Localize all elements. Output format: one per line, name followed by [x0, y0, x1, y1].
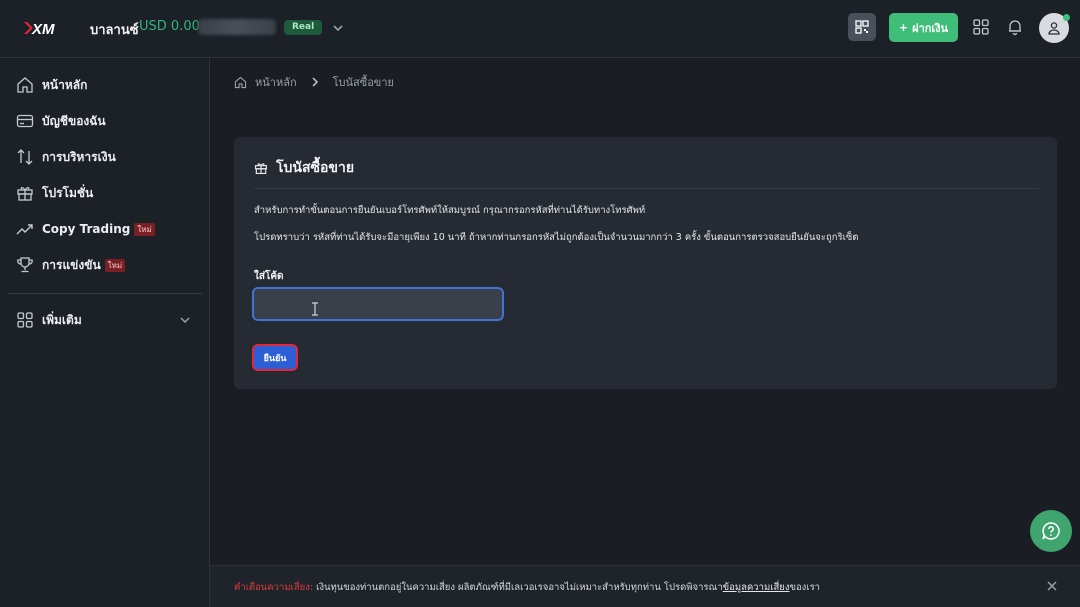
- sidebar-item-home[interactable]: หน้าหลัก: [0, 70, 210, 100]
- deposit-button-label: ฝากเงิน: [912, 21, 949, 35]
- user-avatar-button[interactable]: [1039, 13, 1070, 43]
- sidebar-item-my-accounts[interactable]: บัญชีของฉัน: [0, 106, 210, 136]
- balance-value: USD 0.00: [139, 19, 200, 34]
- sidebar-item-competitions[interactable]: การแข่งขัน ใหม่: [0, 250, 210, 280]
- gift-icon: [17, 187, 33, 201]
- online-status-dot: [1063, 14, 1070, 21]
- code-expiry-note: โปรดทราบว่า รหัสที่ท่านได้รับจะมีอายุเพี…: [254, 232, 859, 243]
- sidebar-item-label: บัญชีของฉัน: [42, 113, 106, 128]
- code-field-label: ใส่โค้ด: [254, 271, 284, 282]
- breadcrumb-home[interactable]: หน้าหลัก: [255, 73, 297, 91]
- risk-warning-body: เงินทุนของท่านตกอยู่ในความเสี่ยง ผลิตภัณ…: [313, 582, 723, 593]
- chevron-right-icon: [312, 77, 318, 87]
- qr-code-button[interactable]: [848, 13, 876, 41]
- plus-icon: +: [898, 21, 909, 34]
- account-type-badge: Real: [284, 20, 323, 35]
- sidebar-item-more[interactable]: เพิ่มเติม: [0, 305, 210, 335]
- account-number-redacted: [198, 19, 276, 35]
- trading-bonus-card: โบนัสซื้อขาย สำหรับการทำขั้นตอนการยืนยัน…: [234, 137, 1057, 389]
- sidebar-item-money-management[interactable]: การบริหารเงิน: [0, 142, 210, 172]
- confirm-button[interactable]: ยืนยัน: [252, 344, 298, 371]
- risk-warning-suffix: ของเรา: [789, 582, 821, 593]
- breadcrumb: หน้าหลัก โบนัสซื้อขาย: [234, 74, 394, 90]
- new-badge: ใหม่: [104, 258, 126, 272]
- text-cursor-icon: [312, 302, 318, 316]
- sidebar-item-label: โปรโมชั่น: [42, 185, 94, 200]
- sidebar-item-label: การแข่งขัน: [42, 257, 101, 272]
- risk-warning-label: คำเตือนความเสี่ยง:: [234, 582, 314, 593]
- transfer-arrows-icon: [17, 149, 33, 165]
- sidebar-item-label: เพิ่มเติม: [42, 312, 82, 327]
- trending-up-icon: [16, 224, 33, 235]
- breadcrumb-current: โบนัสซื้อขาย: [332, 76, 394, 89]
- sidebar: หน้าหลัก บัญชีของฉัน การบริหารเงิน โปรโม…: [0, 58, 210, 607]
- sidebar-item-promotions[interactable]: โปรโมชั่น: [0, 178, 210, 208]
- user-icon: [1048, 22, 1060, 35]
- help-chat-button[interactable]: [1030, 510, 1072, 552]
- instruction-text: สำหรับการทำขั้นตอนการยืนยันเบอร์โทรศัพท์…: [254, 205, 646, 216]
- sidebar-item-copy-trading[interactable]: Copy Trading ใหม่: [0, 214, 210, 244]
- card-icon: [16, 114, 34, 128]
- home-icon: [17, 77, 33, 93]
- risk-info-link[interactable]: ข้อมูลความเสี่ยง: [723, 582, 790, 593]
- xm-logo[interactable]: XM: [24, 18, 64, 38]
- risk-warning-bar: คำเตือนความเสี่ยง: เงินทุนของท่านตกอยู่ใ…: [210, 565, 1080, 607]
- sidebar-item-label: การบริหารเงิน: [42, 149, 116, 164]
- help-chat-icon: [1042, 522, 1060, 540]
- grid-icon: [17, 312, 33, 328]
- sidebar-item-label: Copy Trading: [42, 222, 131, 236]
- chevron-down-icon: [180, 317, 190, 324]
- balance-label: บาลานซ์: [90, 23, 139, 38]
- sidebar-divider: [8, 293, 202, 294]
- deposit-button[interactable]: + ฝากเงิน: [889, 13, 958, 42]
- new-badge: ใหม่: [134, 223, 155, 236]
- risk-warning-text: คำเตือนความเสี่ยง: เงินทุนของท่านตกอยู่ใ…: [234, 580, 820, 595]
- chevron-down-icon[interactable]: [330, 20, 346, 36]
- home-icon[interactable]: [234, 76, 247, 89]
- top-bar: XM บาลานซ์ USD 0.00 Real + ฝากเงิน: [0, 0, 1080, 58]
- trophy-icon: [17, 257, 33, 273]
- card-divider: [254, 188, 1039, 189]
- card-title-text: โบนัสซื้อขาย: [276, 160, 355, 176]
- bell-icon[interactable]: [1006, 18, 1024, 36]
- apps-grid-icon[interactable]: [973, 19, 989, 35]
- gift-icon: [254, 163, 268, 175]
- close-icon[interactable]: [1046, 580, 1058, 592]
- qr-code-icon: [855, 20, 869, 34]
- code-input[interactable]: [252, 287, 504, 321]
- svg-text:XM: XM: [31, 21, 55, 38]
- sidebar-item-label: หน้าหลัก: [42, 77, 88, 92]
- card-title: โบนัสซื้อขาย: [254, 157, 354, 179]
